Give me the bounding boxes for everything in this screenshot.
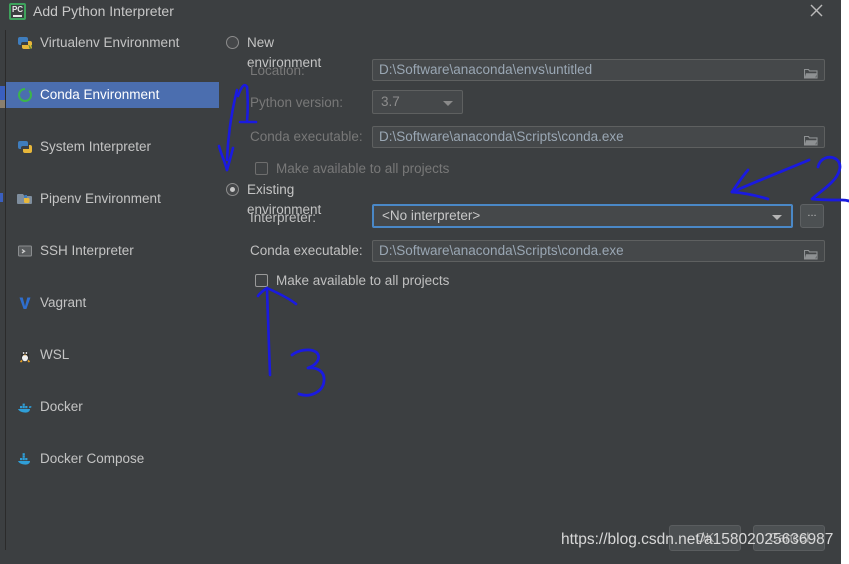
pycharm-icon: PC <box>9 3 26 20</box>
edge-artifact <box>0 100 5 108</box>
python-version-dropdown[interactable]: 3.7 <box>372 90 463 114</box>
sidebar-item-virtualenv-environment[interactable]: v Virtualenv Environment <box>6 30 219 56</box>
location-input[interactable]: D:\Software\anaconda\envs\untitled <box>372 59 825 81</box>
sidebar-item-docker-compose[interactable]: Docker Compose <box>6 446 219 472</box>
docker-compose-icon <box>16 450 34 468</box>
sidebar-item-label: Vagrant <box>40 295 87 310</box>
radio-indicator <box>226 36 239 49</box>
existing-conda-executable-label: Conda executable: <box>250 243 363 258</box>
sidebar-item-docker[interactable]: Docker <box>6 394 219 420</box>
virtualenv-icon: v <box>16 34 34 52</box>
sidebar-item-ssh-interpreter[interactable]: SSH Interpreter <box>6 238 219 264</box>
sidebar-item-label: Pipenv Environment <box>40 191 161 206</box>
sidebar-item-system-interpreter[interactable]: System Interpreter <box>6 134 219 160</box>
existing-conda-executable-value: D:\Software\anaconda\Scripts\conda.exe <box>379 243 624 258</box>
linux-penguin-icon <box>16 346 34 364</box>
checkbox-indicator <box>255 162 268 175</box>
new-conda-executable-label: Conda executable: <box>250 129 363 144</box>
location-value: D:\Software\anaconda\envs\untitled <box>379 62 593 77</box>
sidebar-item-vagrant[interactable]: Vagrant <box>6 290 219 316</box>
interpreter-browse-label: ... <box>807 207 817 219</box>
page-title: Add Python Interpreter <box>33 3 174 19</box>
title-bar: PC Add Python Interpreter <box>0 0 841 24</box>
watermark-text: https://blog.csdn.net/a15802025636987 <box>561 531 834 548</box>
python-icon <box>16 138 34 156</box>
sidebar-item-label: WSL <box>40 347 70 362</box>
sidebar-item-label: Docker Compose <box>40 451 145 466</box>
folder-browse-icon[interactable] <box>803 132 818 146</box>
ssh-terminal-icon <box>16 242 34 260</box>
radio-indicator <box>226 183 239 196</box>
interpreter-type-sidebar: v Virtualenv Environment Conda Environme… <box>5 30 219 550</box>
python-version-value: 3.7 <box>381 94 400 109</box>
edge-artifact <box>0 193 3 202</box>
location-label: Location: <box>250 63 305 78</box>
interpreter-label: Interpreter: <box>250 210 317 225</box>
sidebar-item-pipenv-environment[interactable]: Pipenv Environment <box>6 186 219 212</box>
folder-browse-icon[interactable] <box>803 65 818 79</box>
chevron-down-icon <box>772 215 782 220</box>
pipenv-icon <box>16 190 34 208</box>
sidebar-item-label: SSH Interpreter <box>40 243 134 258</box>
edge-artifact <box>0 86 5 100</box>
python-version-label: Python version: <box>250 95 344 110</box>
svg-text:v: v <box>29 44 33 51</box>
folder-browse-icon[interactable] <box>803 246 818 260</box>
existing-conda-executable-input[interactable]: D:\Software\anaconda\Scripts\conda.exe <box>372 240 825 262</box>
chevron-down-icon <box>443 101 453 106</box>
interpreter-dropdown[interactable]: <No interpreter> <box>372 204 793 228</box>
docker-icon <box>16 398 34 416</box>
existing-make-available-label: Make available to all projects <box>276 273 450 288</box>
sidebar-item-label: System Interpreter <box>40 139 152 154</box>
interpreter-browse-button[interactable]: ... <box>800 204 824 228</box>
new-make-available-label: Make available to all projects <box>276 161 450 176</box>
checkbox-indicator <box>255 274 268 287</box>
conda-icon <box>16 86 34 104</box>
close-icon[interactable] <box>800 0 834 24</box>
sidebar-item-label: Docker <box>40 399 83 414</box>
new-conda-executable-input[interactable]: D:\Software\anaconda\Scripts\conda.exe <box>372 126 825 148</box>
sidebar-item-label: Virtualenv Environment <box>40 35 180 50</box>
sidebar-item-wsl[interactable]: WSL <box>6 342 219 368</box>
sidebar-item-label: Conda Environment <box>40 87 160 102</box>
sidebar-item-conda-environment[interactable]: Conda Environment <box>6 82 219 108</box>
new-conda-executable-value: D:\Software\anaconda\Scripts\conda.exe <box>379 129 624 144</box>
vagrant-icon <box>16 294 34 312</box>
interpreter-value: <No interpreter> <box>382 208 481 223</box>
add-python-interpreter-dialog: PC Add Python Interpreter v Virtualenv E… <box>0 0 841 564</box>
